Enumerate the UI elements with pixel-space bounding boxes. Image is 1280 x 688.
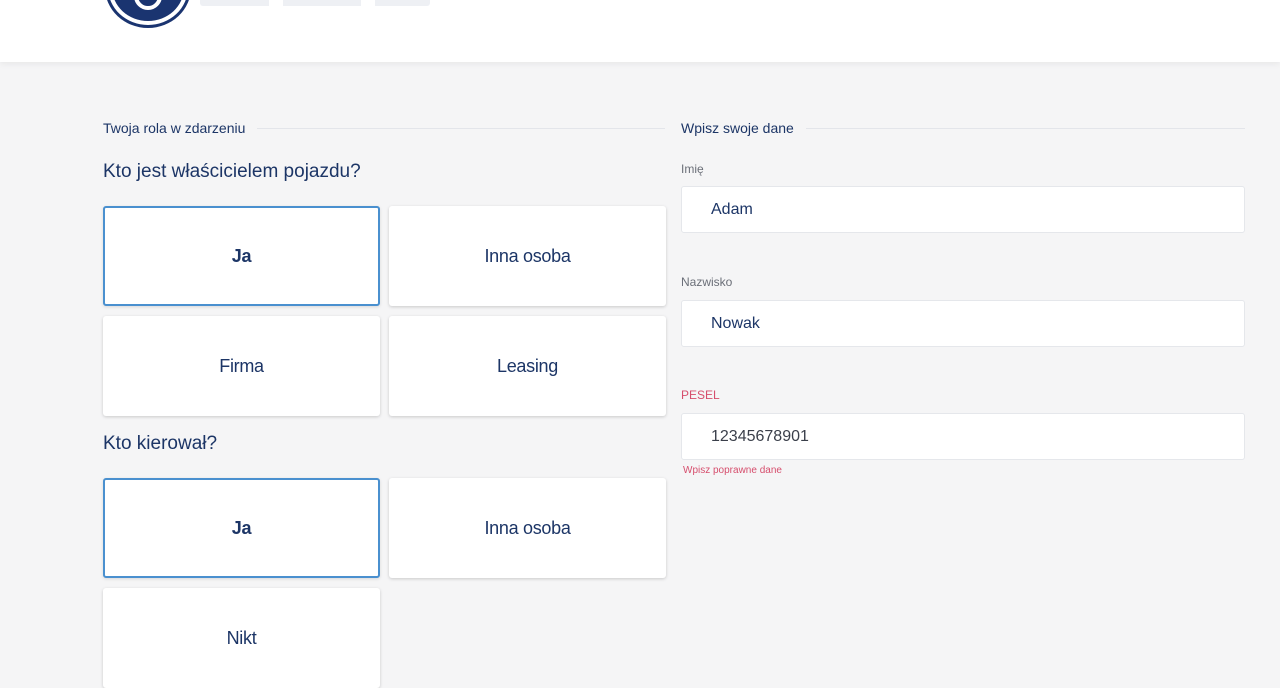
driver-question: Kto kierował? bbox=[103, 433, 218, 454]
logo-mark bbox=[134, 0, 162, 10]
brand-wordmark bbox=[200, 0, 430, 6]
divider bbox=[257, 127, 665, 129]
personal-data-section-header: Wpisz swoje dane bbox=[681, 118, 1245, 138]
owner-option-inna-osoba[interactable]: Inna osoba bbox=[389, 206, 666, 306]
last-name-input[interactable] bbox=[681, 300, 1245, 347]
driver-option-inna-osoba[interactable]: Inna osoba bbox=[389, 478, 666, 578]
owner-question: Kto jest właścicielem pojazdu? bbox=[103, 161, 361, 182]
owner-option-leasing[interactable]: Leasing bbox=[389, 316, 666, 416]
divider bbox=[805, 127, 1245, 129]
pesel-input[interactable] bbox=[681, 413, 1245, 460]
first-name-input[interactable] bbox=[681, 186, 1245, 233]
owner-option-ja[interactable]: Ja bbox=[103, 206, 380, 306]
role-section-title: Twoja rola w zdarzeniu bbox=[103, 120, 246, 136]
role-section-header: Twoja rola w zdarzeniu bbox=[103, 118, 665, 138]
top-header bbox=[0, 0, 1280, 62]
personal-data-section-title: Wpisz swoje dane bbox=[681, 120, 794, 136]
owner-option-firma[interactable]: Firma bbox=[103, 316, 380, 416]
last-name-label: Nazwisko bbox=[681, 275, 733, 289]
driver-option-nikt[interactable]: Nikt bbox=[103, 588, 380, 688]
first-name-label: Imię bbox=[681, 162, 704, 176]
brand-logo-icon[interactable] bbox=[108, 0, 188, 25]
pesel-error-message: Wpisz poprawne dane bbox=[683, 465, 782, 476]
pesel-label: PESEL bbox=[681, 388, 720, 402]
driver-option-ja[interactable]: Ja bbox=[103, 478, 380, 578]
